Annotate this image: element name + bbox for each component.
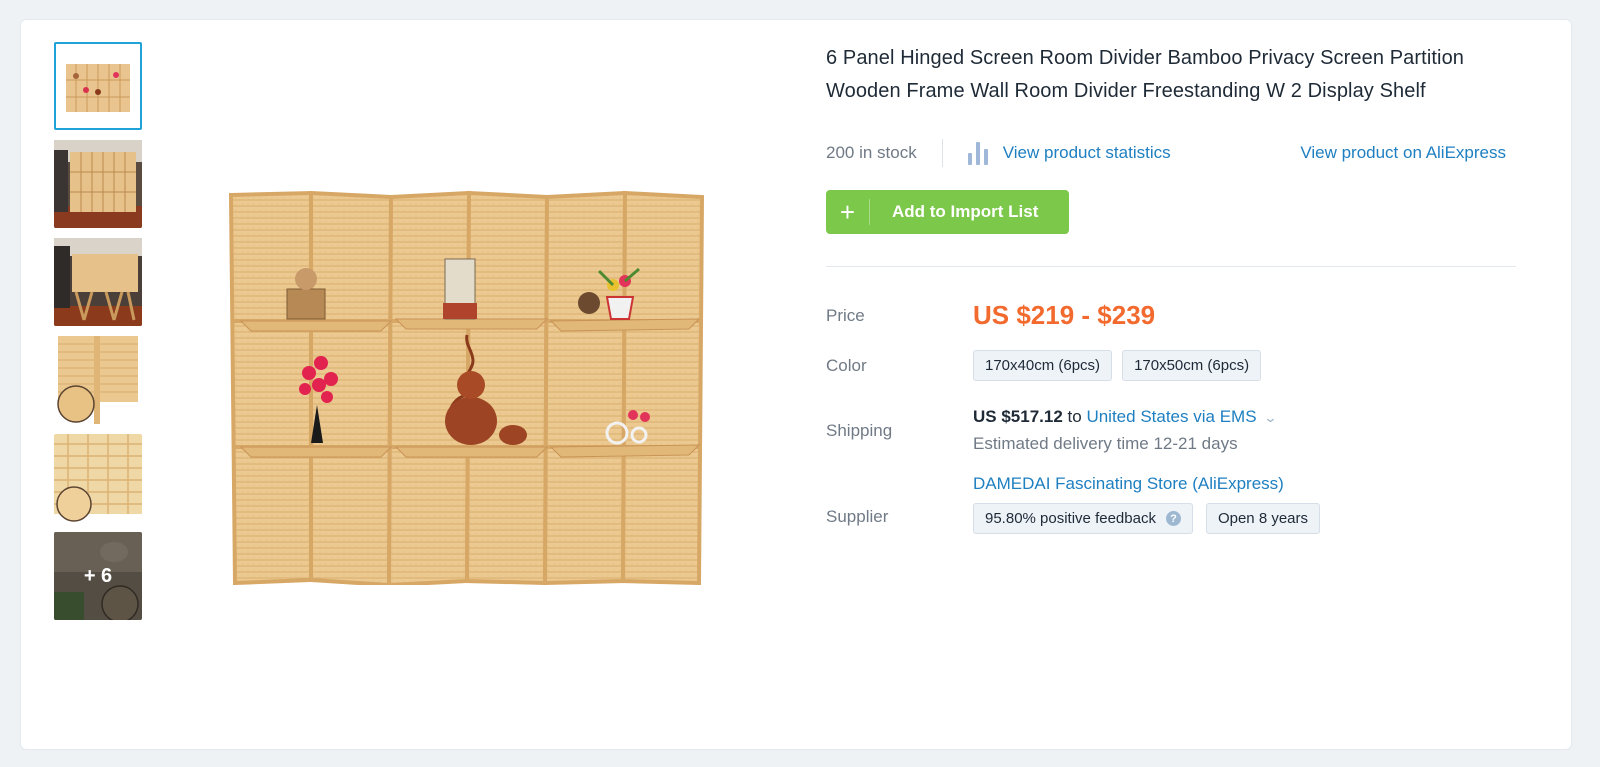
shipping-to: to (1067, 407, 1082, 426)
price-value: US $219 - $239 (973, 300, 1156, 330)
shipping-destination-select[interactable]: United States via EMS ⌄ (1086, 407, 1278, 426)
open-years-badge: Open 8 years (1205, 503, 1321, 534)
supplier-label: Supplier (826, 507, 889, 526)
supplier-name-link[interactable]: DAMEDAI Fascinating Store (AliExpress) (973, 474, 1333, 494)
thumbnail-3-image (54, 238, 142, 326)
price-label: Price (826, 305, 865, 325)
stock-count: 200 in stock (826, 143, 917, 162)
thumbnail-4-image (54, 336, 142, 424)
thumbnail-2[interactable] (54, 140, 142, 228)
thumbnail-2-image (54, 140, 142, 228)
supplier-row: Supplier DAMEDAI Fascinating Store (AliE… (826, 474, 1516, 534)
thumbnail-5-image (54, 434, 142, 522)
delivery-estimate: Estimated delivery time 12-21 days (973, 434, 1238, 453)
help-icon[interactable]: ? (1165, 511, 1181, 526)
view-statistics-label: View product statistics (1002, 143, 1171, 162)
product-info: 6 Panel Hinged Screen Room Divider Bambo… (826, 42, 1516, 534)
shipping-amount: US $517.12 (973, 407, 1063, 426)
more-thumbnails-label: + 6 (54, 532, 142, 620)
thumbnail-5[interactable] (54, 434, 142, 522)
shipping-label: Shipping (826, 420, 893, 440)
thumbnail-more[interactable]: + 6 (54, 532, 142, 620)
bar-chart-icon (967, 142, 988, 165)
view-on-aliexpress-link[interactable]: View product on AliExpress (1300, 143, 1506, 163)
thumbnail-1-image (54, 42, 142, 130)
color-label: Color (826, 355, 867, 375)
meta-divider (941, 139, 943, 167)
add-to-import-list-label: Add to Import List (892, 202, 1039, 221)
thumbnail-1[interactable] (54, 42, 142, 130)
thumbnail-4[interactable] (54, 336, 142, 424)
thumbnail-list: + 6 (54, 42, 144, 630)
feedback-label: 95.80% positive feedback (985, 510, 1156, 527)
price-row: Price US $219 - $239 (826, 300, 1516, 331)
plus-icon: + (826, 197, 870, 227)
color-option-2[interactable]: 170x50cm (6pcs) (1122, 350, 1262, 381)
chevron-down-icon: ⌄ (1262, 410, 1278, 425)
shipping-destination-label: United States via EMS (1086, 407, 1257, 426)
room-divider-image (228, 190, 705, 585)
product-card: + 6 6 Panel Hinged Screen Room Divider B… (20, 19, 1572, 750)
product-title: 6 Panel Hinged Screen Room Divider Bambo… (826, 47, 1465, 102)
shipping-row: Shipping US $517.12 to United States via… (826, 407, 1516, 454)
view-statistics-link[interactable]: View product statistics (967, 141, 1171, 165)
color-option-1[interactable]: 170x40cm (6pcs) (973, 350, 1113, 381)
product-meta: 200 in stock View product statistics Vie… (826, 138, 1516, 168)
shipping-cost-line: US $517.12 to United States via EMS ⌄ (973, 407, 1278, 427)
add-to-import-list-button[interactable]: + Add to Import List (826, 190, 1069, 234)
thumbnail-3[interactable] (54, 238, 142, 326)
main-product-image[interactable] (221, 185, 711, 585)
section-divider (826, 266, 1516, 267)
color-row: Color 170x40cm (6pcs) 170x50cm (6pcs) (826, 350, 1516, 381)
feedback-badge: 95.80% positive feedback ? (973, 503, 1193, 534)
